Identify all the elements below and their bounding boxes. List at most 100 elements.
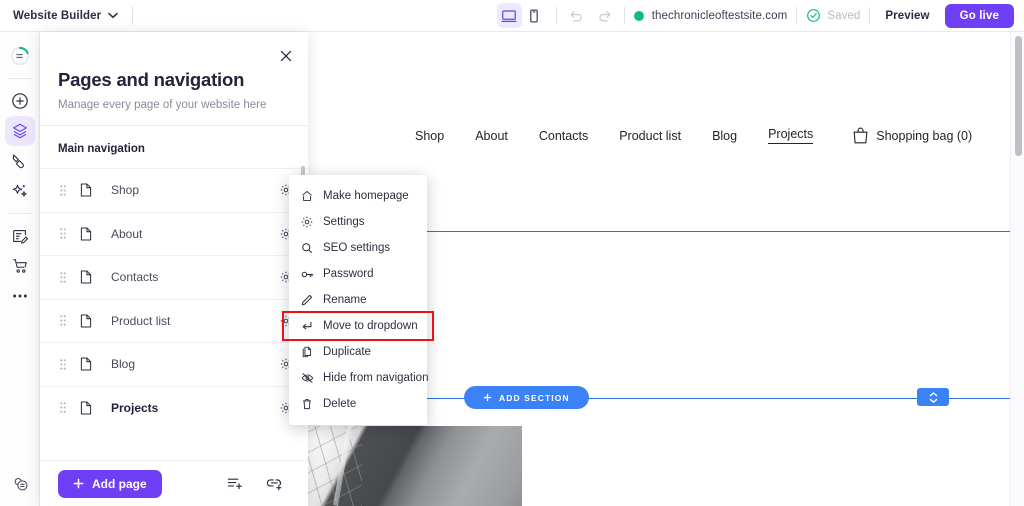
- page-file-icon: [80, 183, 92, 197]
- toolbar-divider: [132, 6, 133, 25]
- sidebar-item-blog[interactable]: [5, 221, 35, 251]
- page-name: Product list: [111, 314, 280, 328]
- site-nav-links: Shop About Contacts Product list Blog Pr…: [415, 127, 972, 144]
- sidebar-item-design[interactable]: [5, 146, 35, 176]
- menu-item-label: Hide from navigation: [323, 372, 428, 384]
- menu-item-label: Rename: [323, 294, 366, 306]
- brand-menu[interactable]: Website Builder: [0, 6, 133, 25]
- list-item[interactable]: Projects: [40, 386, 308, 430]
- design-theme-icon: [11, 152, 29, 170]
- site-nav-link[interactable]: Product list: [619, 129, 681, 143]
- device-toggle-mobile[interactable]: [522, 3, 547, 28]
- brand-label: Website Builder: [13, 10, 101, 22]
- add-page-button[interactable]: Add page: [58, 470, 162, 498]
- check-circle-icon: [806, 8, 821, 23]
- page-name: Shop: [111, 183, 280, 197]
- menu-item-make-homepage[interactable]: Make homepage: [289, 183, 427, 209]
- drag-handle-icon[interactable]: [58, 359, 68, 370]
- chevron-down-icon: [108, 12, 118, 19]
- add-element-icon: [11, 92, 29, 110]
- blog-edit-icon: [11, 227, 29, 245]
- pages-layers-icon: [11, 122, 29, 140]
- toolbar-divider: [869, 7, 870, 24]
- site-domain[interactable]: thechronicleoftestsite.com: [652, 10, 788, 22]
- menu-item-label: Duplicate: [323, 346, 371, 358]
- preview-button[interactable]: Preview: [879, 10, 935, 22]
- hero-image[interactable]: [306, 426, 522, 506]
- panel-header: Pages and navigation Manage every page o…: [40, 32, 308, 126]
- more-options-icon: [11, 293, 29, 299]
- sidebar-item-ai[interactable]: [5, 176, 35, 206]
- menu-item-label: Move to dropdown: [323, 320, 418, 332]
- list-item[interactable]: Shop: [40, 168, 308, 212]
- site-nav-link[interactable]: Contacts: [539, 129, 588, 143]
- list-item[interactable]: Blog: [40, 342, 308, 386]
- add-section-button[interactable]: ADD SECTION: [464, 386, 589, 409]
- redo-arrow-icon: [597, 8, 612, 23]
- page-file-icon: [80, 357, 92, 371]
- add-page-label: Add page: [92, 477, 147, 491]
- site-nav-link[interactable]: Shop: [415, 129, 444, 143]
- add-section-label: ADD SECTION: [499, 393, 570, 403]
- list-item[interactable]: Contacts: [40, 255, 308, 299]
- sidebar-item-more[interactable]: [5, 281, 35, 311]
- menu-item-password[interactable]: Password: [289, 261, 427, 287]
- add-dropdown-icon: [227, 476, 243, 491]
- list-item[interactable]: About: [40, 212, 308, 256]
- panel-close-button[interactable]: [278, 48, 294, 64]
- add-link-button[interactable]: [266, 476, 283, 491]
- gear-settings-icon: [301, 216, 316, 228]
- drag-handle-icon[interactable]: [58, 185, 68, 196]
- add-link-icon: [266, 476, 283, 491]
- menu-item-move-to-dropdown[interactable]: Move to dropdown: [284, 313, 432, 339]
- left-rail: [0, 32, 40, 506]
- sidebar-item-help[interactable]: [5, 468, 35, 498]
- redo-button[interactable]: [597, 8, 612, 23]
- menu-item-seo-settings[interactable]: SEO settings: [289, 235, 427, 261]
- list-item[interactable]: Product list: [40, 299, 308, 343]
- home-icon: [301, 190, 316, 202]
- sidebar-item-site-progress[interactable]: [5, 41, 35, 71]
- eye-slash-icon: [301, 372, 316, 384]
- drag-handle-icon[interactable]: [58, 228, 68, 239]
- plus-icon: [73, 478, 84, 489]
- mobile-phone-icon: [526, 8, 542, 24]
- site-status-dot: [634, 11, 644, 21]
- magnifier-icon: [301, 242, 316, 254]
- store-cart-icon: [11, 257, 29, 275]
- site-nav-link[interactable]: About: [475, 129, 508, 143]
- menu-item-duplicate[interactable]: Duplicate: [289, 339, 427, 365]
- undo-button[interactable]: [569, 8, 584, 23]
- top-bar: Website Builder: [0, 0, 1024, 32]
- section-move-handle[interactable]: [917, 388, 949, 406]
- go-live-button[interactable]: Go live: [945, 4, 1014, 28]
- sidebar-item-add[interactable]: [5, 86, 35, 116]
- page-name: Projects: [111, 401, 280, 415]
- sidebar-item-pages[interactable]: [5, 116, 35, 146]
- site-nav-link[interactable]: Blog: [712, 129, 737, 143]
- menu-item-hide-from-navigation[interactable]: Hide from navigation: [289, 365, 427, 391]
- drag-handle-icon[interactable]: [58, 272, 68, 283]
- sidebar-item-store[interactable]: [5, 251, 35, 281]
- canvas-scrollbar-thumb[interactable]: [1015, 36, 1022, 156]
- menu-item-label: Delete: [323, 398, 356, 410]
- site-nav-link-active[interactable]: Projects: [768, 127, 813, 144]
- device-toggle-desktop[interactable]: [497, 3, 522, 28]
- key-icon: [301, 268, 316, 280]
- desktop-monitor-icon: [501, 8, 517, 24]
- menu-item-settings[interactable]: Settings: [289, 209, 427, 235]
- page-file-icon: [80, 270, 92, 284]
- toolbar-divider: [624, 7, 625, 24]
- shopping-bag-link[interactable]: Shopping bag (0): [853, 127, 972, 144]
- move-updown-chevrons-icon: [928, 391, 939, 404]
- copy-icon: [301, 346, 316, 358]
- menu-item-delete[interactable]: Delete: [289, 391, 427, 417]
- menu-item-label: Settings: [323, 216, 365, 228]
- drag-handle-icon[interactable]: [58, 315, 68, 326]
- page-file-icon: [80, 227, 92, 241]
- drag-handle-icon[interactable]: [58, 402, 68, 413]
- menu-item-rename[interactable]: Rename: [289, 287, 427, 313]
- shopping-bag-label: Shopping bag (0): [876, 129, 972, 143]
- add-dropdown-button[interactable]: [227, 476, 243, 491]
- page-name: Contacts: [111, 270, 280, 284]
